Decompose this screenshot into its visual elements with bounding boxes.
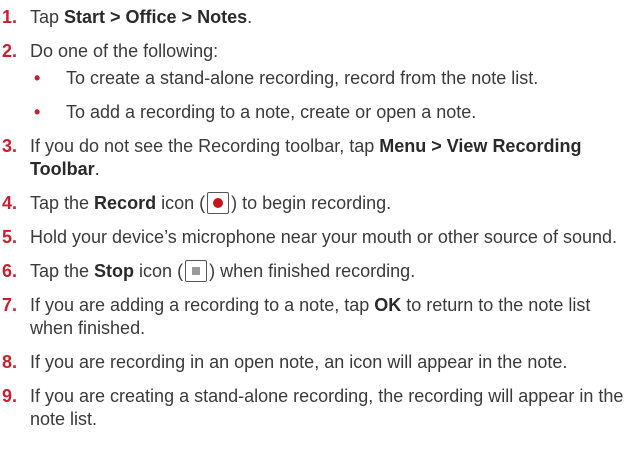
step-text: icon ( [156,193,206,213]
menu-path: Start > Office > Notes [64,7,248,27]
record-dot-icon [213,198,224,208]
step-2: 2. Do one of the following: [0,40,631,63]
step-5: 5. Hold your device’s microphone near yo… [0,226,631,249]
step-number: 9. [2,386,18,406]
stop-label: Stop [94,261,135,281]
step-text: If you are recording in an open note, an… [30,352,568,372]
step-7: 7. If you are adding a recording to a no… [0,294,631,340]
step-number: 6. [2,261,18,281]
stop-icon [185,260,208,282]
bullet-item: • To create a stand-alone recording, rec… [0,67,631,90]
step-9: 9. If you are creating a stand-alone rec… [0,385,631,431]
bullet-icon: • [34,102,41,122]
step-number: 1. [2,7,18,27]
step-text: Tap [30,7,65,27]
bullet-text: To add a recording to a note, create or … [66,102,477,122]
step-text: ) to begin recording. [231,193,392,213]
bullet-icon: • [34,68,41,88]
step-text: . [247,7,253,27]
instruction-steps: 1. Tap Start > Office > Notes. 2. Do one… [0,0,639,431]
step-4: 4. Tap the Record icon ( ) to begin recor… [0,192,631,215]
bullet-item: • To add a recording to a note, create o… [0,101,631,124]
step-text: Tap the [30,193,95,213]
step-text: . [94,159,100,179]
step-number: 2. [2,41,18,61]
step-number: 7. [2,295,18,315]
step-text: If you do not see the Recording toolbar,… [30,136,380,156]
step-text: Tap the [30,261,95,281]
step-text: ) when finished recording. [209,261,416,281]
step-number: 3. [2,136,18,156]
step-6: 6. Tap the Stop icon ( ) when finished re… [0,260,631,283]
step-text: Hold your device’s microphone near your … [30,227,617,247]
bullet-text: To create a stand-alone recording, recor… [66,68,539,88]
step-8: 8. If you are recording in an open note,… [0,351,631,374]
step-text: If you are creating a stand-alone record… [30,386,624,429]
step-3: 3. If you do not see the Recording toolb… [0,135,631,181]
step-text: icon ( [134,261,184,281]
step-1: 1. Tap Start > Office > Notes. [0,6,631,29]
ok-label: OK [374,295,402,315]
step-number: 5. [2,227,18,247]
step-number: 8. [2,352,18,372]
record-label: Record [94,193,157,213]
record-icon [207,192,230,214]
stop-square-icon [192,267,201,275]
step-number: 4. [2,193,18,213]
step-text: If you are adding a recording to a note,… [30,295,375,315]
step-text: Do one of the following: [30,41,219,61]
